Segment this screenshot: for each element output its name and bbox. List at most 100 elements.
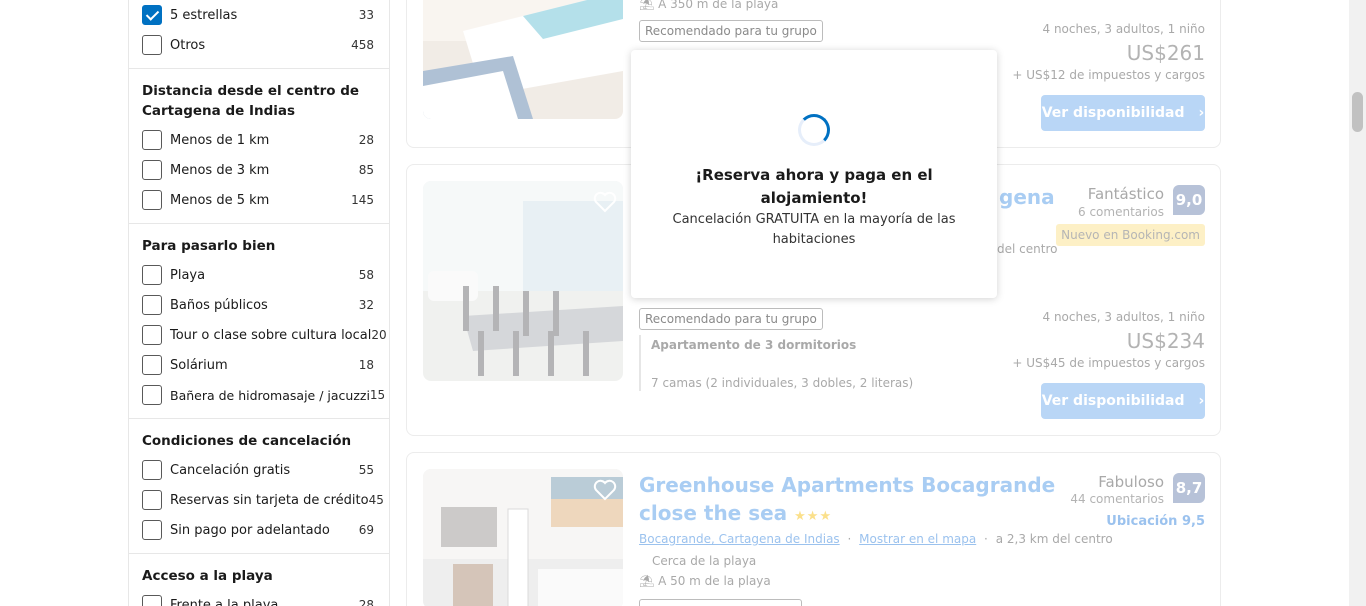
checkbox[interactable] xyxy=(142,490,162,510)
property-title-fragment[interactable]: gena xyxy=(999,185,1055,209)
filter-beachfront[interactable]: Frente a la playa 28 xyxy=(142,594,374,606)
filter-count: 15 xyxy=(369,388,386,402)
filter-free-cancellation[interactable]: Cancelación gratis 55 xyxy=(142,459,374,481)
filter-count: 45 xyxy=(368,493,384,507)
beach-icon: ⛱ xyxy=(639,0,655,11)
filter-count: 58 xyxy=(358,268,374,282)
location-score: Ubicación 9,5 xyxy=(1106,514,1205,529)
filter-beach[interactable]: Playa 58 xyxy=(142,264,374,286)
filter-count: 55 xyxy=(358,463,374,477)
score-label: Fantástico xyxy=(1087,185,1164,203)
filter-section-title: Condiciones de cancelación xyxy=(142,433,352,449)
score-label: Fabuloso xyxy=(1098,473,1164,491)
checkbox[interactable] xyxy=(142,295,162,315)
location-link[interactable]: Bocagrande, Cartagena de Indias xyxy=(639,532,840,546)
filter-5-stars[interactable]: 5 estrellas 33 xyxy=(142,4,374,26)
location-row: Bocagrande, Cartagena de Indias · Mostra… xyxy=(639,532,1113,546)
filter-distance-5km[interactable]: Menos de 5 km 145 xyxy=(142,189,374,211)
checkbox[interactable] xyxy=(142,190,162,210)
loading-spinner-icon xyxy=(798,114,830,146)
filter-label: Cancelación gratis xyxy=(170,462,291,478)
filter-jacuzzi[interactable]: Bañera de hidromasaje / jacuzzi 15 xyxy=(142,384,385,406)
checkbox[interactable] xyxy=(142,595,162,606)
filter-other-stars[interactable]: Otros 458 xyxy=(142,34,374,56)
filter-count: 69 xyxy=(358,523,374,537)
review-count: 6 comentarios xyxy=(1078,205,1164,219)
see-availability-button[interactable]: Ver disponibilidad › xyxy=(1041,95,1205,131)
show-on-map-link[interactable]: Mostrar en el mapa xyxy=(859,532,976,546)
filter-distance-3km[interactable]: Menos de 3 km 85 xyxy=(142,159,374,181)
checkbox[interactable] xyxy=(142,265,162,285)
property-photo[interactable] xyxy=(423,0,623,119)
checkbox[interactable] xyxy=(142,355,162,375)
filter-label: Frente a la playa xyxy=(170,597,279,606)
price: US$234 xyxy=(1126,329,1205,353)
property-card: Greenhouse Apartments Bocagrande close t… xyxy=(406,452,1221,606)
star-rating: ★★★ xyxy=(794,509,833,524)
beach-distance-text: A 350 m de la playa xyxy=(658,0,779,11)
center-distance: a 2,3 km del centro xyxy=(995,532,1113,546)
booking-modal: ¡Reserva ahora y paga en el alojamiento!… xyxy=(631,50,997,298)
checkbox[interactable] xyxy=(142,130,162,150)
property-title-text[interactable]: Greenhouse Apartments Bocagrande close t… xyxy=(639,473,1055,525)
filter-count: 458 xyxy=(351,38,374,52)
recommended-badge: Recomendado para tu grupo xyxy=(639,20,823,42)
scrollbar-thumb[interactable] xyxy=(1352,92,1363,132)
filter-no-credit-card[interactable]: Reservas sin tarjeta de crédito 45 xyxy=(142,489,384,511)
page: 5 estrellas 33 Otros 458 Distancia desde… xyxy=(0,0,1366,606)
heart-icon[interactable] xyxy=(593,191,617,213)
checkbox[interactable] xyxy=(142,385,162,405)
button-label: Ver disponibilidad xyxy=(1041,105,1185,121)
checkbox[interactable] xyxy=(142,160,162,180)
button-label: Ver disponibilidad xyxy=(1041,393,1185,409)
filter-section-title: Para pasarlo bien xyxy=(142,238,276,254)
filter-count: 20 xyxy=(371,328,387,342)
filter-count: 33 xyxy=(358,8,374,22)
filter-label: Menos de 3 km xyxy=(170,162,270,178)
filter-count: 28 xyxy=(358,598,374,606)
filter-section-title: Acceso a la playa xyxy=(142,568,273,584)
filters-sidebar: 5 estrellas 33 Otros 458 Distancia desde… xyxy=(128,0,390,606)
beach-icon: ⛱ xyxy=(639,574,655,588)
filter-public-baths[interactable]: Baños públicos 32 xyxy=(142,294,374,316)
price: US$261 xyxy=(1126,41,1205,65)
filter-label: Playa xyxy=(170,267,206,283)
review-score-badge: 8,7 xyxy=(1173,473,1205,503)
filter-label: Menos de 1 km xyxy=(170,132,270,148)
filter-label: Solárium xyxy=(170,357,228,373)
chevron-right-icon: › xyxy=(1198,105,1205,121)
filter-count: 18 xyxy=(358,358,374,372)
filter-label: Otros xyxy=(170,37,206,53)
filter-label: Sin pago por adelantado xyxy=(170,522,330,538)
review-score-badge: 9,0 xyxy=(1173,185,1205,215)
filter-culture-tour[interactable]: Tour o clase sobre cultura local 20 xyxy=(142,324,387,346)
filter-label: Baños públicos xyxy=(170,297,268,313)
recommended-badge: Recomendado para tu grupo xyxy=(639,308,823,330)
taxes: + US$45 de impuestos y cargos xyxy=(1012,356,1205,370)
filter-section-title: Distancia desde el centro de Cartagena d… xyxy=(142,83,360,119)
heart-icon[interactable] xyxy=(593,479,617,501)
filter-label: 5 estrellas xyxy=(170,7,238,23)
checkbox-checked[interactable] xyxy=(142,5,162,25)
checkbox[interactable] xyxy=(142,35,162,55)
checkbox[interactable] xyxy=(142,325,162,345)
divider xyxy=(129,418,389,419)
filter-count: 28 xyxy=(358,133,374,147)
chevron-right-icon: › xyxy=(1198,393,1205,409)
beach-distance: ⛱ A 350 m de la playa xyxy=(639,0,778,11)
divider xyxy=(129,223,389,224)
filter-count: 85 xyxy=(358,163,374,177)
filter-solarium[interactable]: Solárium 18 xyxy=(142,354,374,376)
beach-distance-text: A 50 m de la playa xyxy=(658,574,771,588)
filter-no-prepayment[interactable]: Sin pago por adelantado 69 xyxy=(142,519,374,541)
stay-details: 4 noches, 3 adultos, 1 niño xyxy=(1042,22,1206,36)
property-title[interactable]: Greenhouse Apartments Bocagrande close t… xyxy=(639,471,1059,531)
checkbox[interactable] xyxy=(142,460,162,480)
checkbox[interactable] xyxy=(142,520,162,540)
filter-label: Tour o clase sobre cultura local xyxy=(170,327,372,343)
bedroom-photo xyxy=(423,0,623,119)
scrollbar[interactable] xyxy=(1349,0,1366,606)
see-availability-button[interactable]: Ver disponibilidad › xyxy=(1041,383,1205,419)
filter-distance-1km[interactable]: Menos de 1 km 28 xyxy=(142,129,374,151)
bed-details: 7 camas (2 individuales, 3 dobles, 2 lit… xyxy=(651,376,914,390)
